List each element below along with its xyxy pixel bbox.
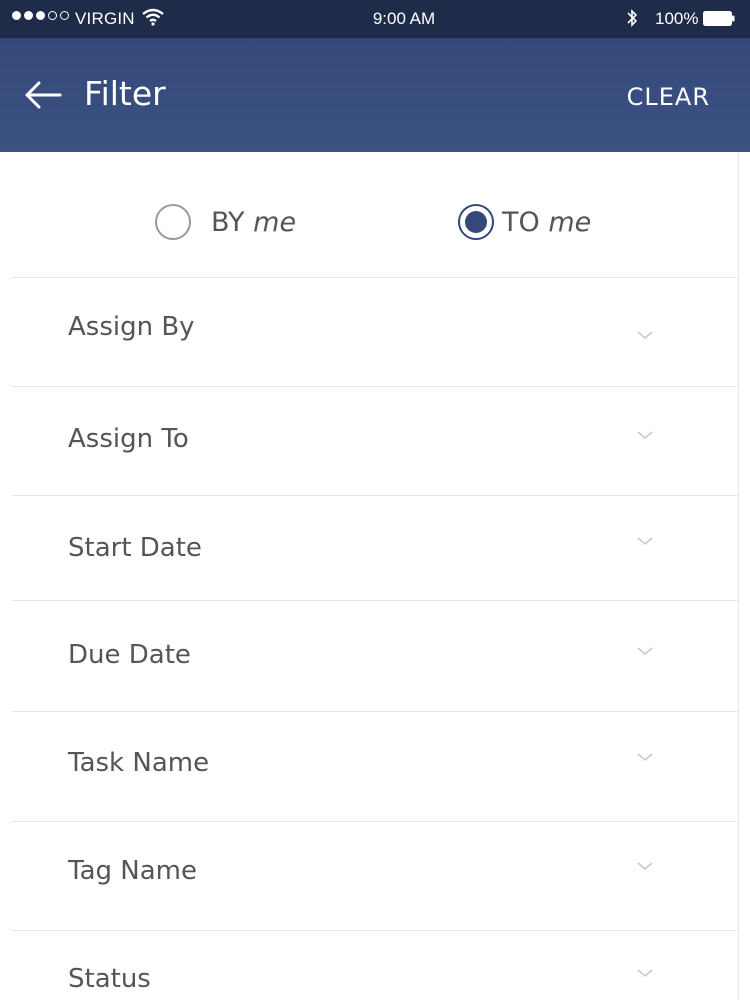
filter-start-date[interactable]: Start Date	[12, 496, 738, 601]
radio-checked-icon[interactable]	[458, 204, 494, 240]
arrow-left-icon[interactable]	[24, 80, 62, 110]
filter-status[interactable]: Status	[12, 931, 738, 1000]
bluetooth-icon	[627, 9, 638, 27]
assignment-toggle: BY me TO me	[12, 152, 738, 278]
filter-label: Status	[68, 964, 151, 994]
battery-icon	[703, 11, 735, 26]
filter-assign-by[interactable]: Assign By	[12, 278, 738, 387]
filter-assign-to[interactable]: Assign To	[12, 387, 738, 496]
filter-label: Due Date	[68, 640, 191, 670]
chevron-down-icon[interactable]	[636, 751, 654, 763]
chevron-down-icon[interactable]	[636, 860, 654, 872]
filter-label: Assign By	[68, 312, 195, 342]
filter-label: Task Name	[68, 748, 210, 778]
app-bar: Filter CLEAR	[0, 38, 750, 152]
chevron-down-icon[interactable]	[636, 645, 654, 657]
filter-due-date[interactable]: Due Date	[12, 601, 738, 712]
filter-panel: BY me TO me Assign By Assign To Start Da…	[12, 152, 739, 1000]
chevron-down-icon[interactable]	[636, 535, 654, 547]
radio-unchecked-icon[interactable]	[155, 204, 191, 240]
page-title: Filter	[84, 74, 166, 113]
radio-by-me[interactable]: BY me	[155, 204, 296, 240]
filter-task-name[interactable]: Task Name	[12, 712, 738, 822]
radio-to-me-label: TO me	[502, 206, 592, 238]
filter-tag-name[interactable]: Tag Name	[12, 822, 738, 931]
filter-label: Start Date	[68, 533, 202, 563]
chevron-down-icon[interactable]	[636, 429, 654, 441]
status-bar: VIRGIN 9:00 AM 100%	[0, 0, 750, 38]
clear-button[interactable]: CLEAR	[627, 83, 710, 111]
radio-to-me[interactable]: TO me	[458, 204, 591, 240]
chevron-down-icon[interactable]	[636, 967, 654, 979]
filter-label: Assign To	[68, 424, 189, 454]
radio-by-me-label: BY me	[211, 206, 297, 238]
filter-label: Tag Name	[68, 856, 197, 886]
battery-percentage: 100%	[655, 9, 699, 28]
chevron-down-icon[interactable]	[636, 329, 654, 341]
